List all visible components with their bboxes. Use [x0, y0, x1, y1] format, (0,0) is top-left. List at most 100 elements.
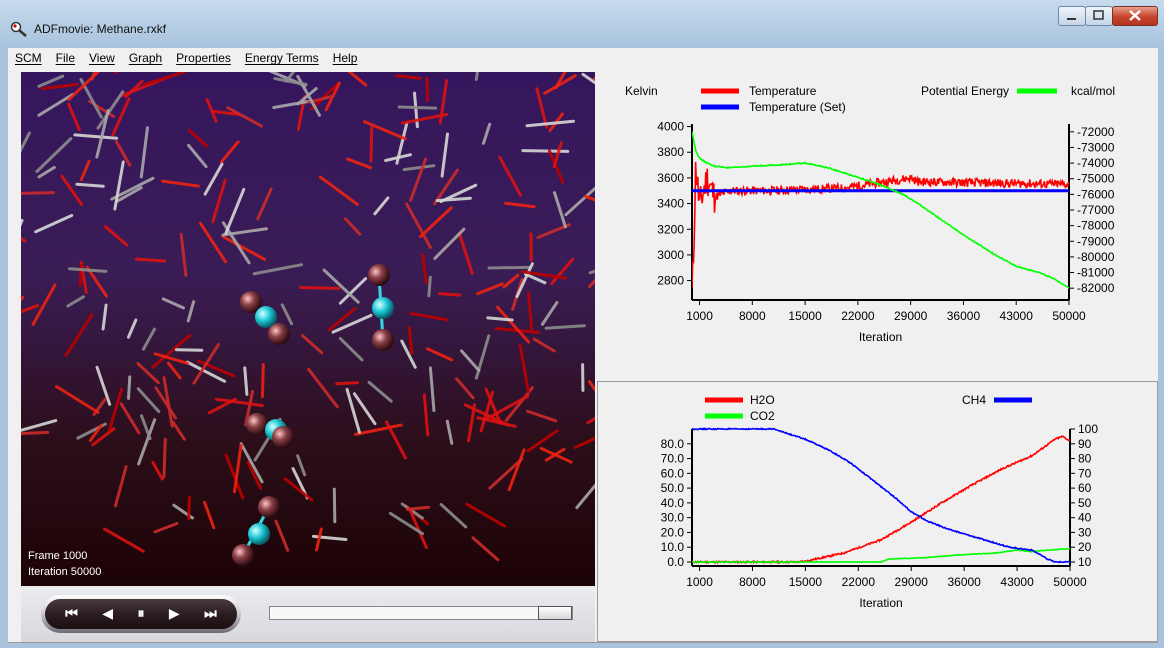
y-right-tick-label: -73000	[1077, 140, 1115, 154]
x-tick-label: 36000	[947, 575, 981, 589]
y-right-tick-label: -79000	[1077, 234, 1115, 248]
app-window: ADFmovie: Methane.rxkf SCM File View Gra…	[0, 0, 1164, 648]
menu-help[interactable]: Help	[326, 51, 365, 65]
molecule	[246, 413, 294, 448]
legend-label: Potential Energy	[921, 84, 1009, 98]
first-frame-button[interactable]: ⏮	[65, 606, 78, 622]
x-tick-label: 22000	[842, 575, 876, 589]
carbon-atom	[372, 297, 394, 319]
y-left-tick-label: 10.0	[661, 540, 685, 554]
y-left-tick-label: 20.0	[661, 525, 685, 539]
series-line	[692, 547, 1070, 564]
next-frame-button[interactable]: ▶	[169, 606, 180, 622]
maximize-icon	[1093, 10, 1104, 20]
menu-properties[interactable]: Properties	[169, 51, 238, 65]
y-right-tick-label: 40	[1078, 511, 1092, 525]
oxygen-atom	[372, 329, 394, 351]
y-left-tick-label: 50.0	[661, 481, 685, 495]
carbon-atom	[248, 523, 270, 545]
y-left-tick-label: 0.0	[667, 555, 684, 569]
energy-chart: 1000 8000 15000 22000 29000 36000 43000 50000 It…	[625, 84, 1115, 344]
y-right-tick-label: 70	[1078, 466, 1092, 480]
x-tick-label: 22000	[841, 309, 875, 323]
minimize-icon	[1067, 18, 1076, 20]
menu-energy-terms[interactable]: Energy Terms	[238, 51, 326, 65]
oxygen-atom	[268, 323, 290, 345]
y-left-tick-label: 4000	[657, 120, 684, 134]
slider-thumb[interactable]	[538, 606, 572, 620]
y-left-tick-label: 40.0	[661, 496, 685, 510]
x-tick-label: 15000	[788, 309, 822, 323]
y-left-tick-label: 3600	[657, 171, 684, 185]
y-right-tick-label: 100	[1078, 422, 1098, 436]
menu-graph[interactable]: Graph	[122, 51, 169, 65]
menu-scm[interactable]: SCM	[8, 51, 49, 65]
oxygen-atom	[232, 544, 254, 566]
y-left-tick-label: 3000	[657, 248, 684, 262]
x-axis-label: Iteration	[859, 330, 902, 344]
x-tick-label: 43000	[1000, 309, 1034, 323]
y-left-tick-label: 3200	[657, 222, 684, 236]
player-buttons: ⏮ ◀ ⏸ ▶ ⏭	[41, 595, 241, 633]
playback-controls: ⏮ ◀ ⏸ ▶ ⏭	[21, 586, 595, 642]
y-right-tick-label: -72000	[1077, 125, 1115, 139]
x-tick-label: 43000	[1000, 575, 1034, 589]
menu-view[interactable]: View	[82, 51, 122, 65]
x-tick-label: 1000	[686, 309, 713, 323]
last-frame-button[interactable]: ⏭	[204, 606, 217, 622]
x-tick-label: 15000	[789, 575, 823, 589]
legend-label: CH4	[962, 393, 986, 407]
minimize-button[interactable]	[1058, 6, 1086, 26]
x-tick-label: 50000	[1052, 309, 1086, 323]
menu-file[interactable]: File	[49, 51, 82, 65]
series-line	[692, 427, 1070, 564]
molecule	[368, 264, 394, 351]
plot-area	[692, 427, 1070, 565]
close-icon	[1129, 10, 1141, 21]
y-right-tick-label: -82000	[1077, 281, 1115, 295]
y-left-tick-label: 70.0	[661, 452, 685, 466]
y-right-tick-label: -74000	[1077, 156, 1115, 170]
title-bar[interactable]: ADFmovie: Methane.rxkf	[0, 0, 1164, 46]
series-line	[692, 161, 1069, 289]
magnifier-molecule-icon	[10, 21, 27, 37]
y-right-tick-label: -81000	[1077, 266, 1115, 280]
molecule-viewer[interactable]: Frame 1000 Iteration 50000	[21, 72, 595, 586]
y-right-tick-label: 90	[1078, 437, 1092, 451]
y-right-tick-label: 10	[1078, 555, 1092, 569]
previous-frame-button[interactable]: ◀	[102, 606, 113, 622]
series-line	[692, 434, 1070, 565]
y-right-tick-label: 60	[1078, 481, 1092, 495]
y-left-axis-label: Kelvin	[625, 84, 658, 98]
maximize-button[interactable]	[1085, 6, 1113, 26]
energy-chart-panel: 1000 8000 15000 22000 29000 36000 43000 50000 It…	[597, 72, 1158, 378]
frame-slider[interactable]	[269, 606, 573, 620]
frame-label: Frame 1000	[28, 550, 88, 562]
y-left-tick-label: 3400	[657, 197, 684, 211]
series-line	[692, 131, 1069, 289]
oxygen-atom	[246, 413, 268, 435]
window-controls	[1058, 6, 1158, 26]
molecule-scene	[21, 72, 595, 566]
y-left-tick-label: 60.0	[661, 466, 685, 480]
y-right-tick-label: -77000	[1077, 203, 1115, 217]
composition-chart: 1000 8000 15000 22000 29000 36000 43000 50000 It…	[661, 393, 1099, 610]
x-tick-label: 36000	[947, 309, 981, 323]
y-right-tick-label: -80000	[1077, 250, 1115, 264]
x-tick-label: 1000	[686, 575, 713, 589]
y-right-tick-label: 30	[1078, 525, 1092, 539]
x-tick-label: 8000	[739, 575, 766, 589]
oxygen-atom	[368, 264, 390, 286]
y-right-tick-label: -75000	[1077, 172, 1115, 186]
legend-label: Temperature	[749, 84, 817, 98]
molecule	[232, 496, 280, 566]
plot-area	[692, 131, 1069, 289]
composition-chart-panel: 1000 8000 15000 22000 29000 36000 43000 50000 It…	[597, 381, 1158, 642]
oxygen-atom	[272, 426, 294, 448]
x-axis-label: Iteration	[859, 596, 902, 610]
y-left-tick-label: 3800	[657, 145, 684, 159]
y-right-tick-label: 20	[1078, 540, 1092, 554]
legend-label: Temperature (Set)	[749, 100, 846, 114]
pause-button[interactable]: ⏸	[137, 606, 144, 622]
close-button[interactable]	[1112, 6, 1158, 26]
